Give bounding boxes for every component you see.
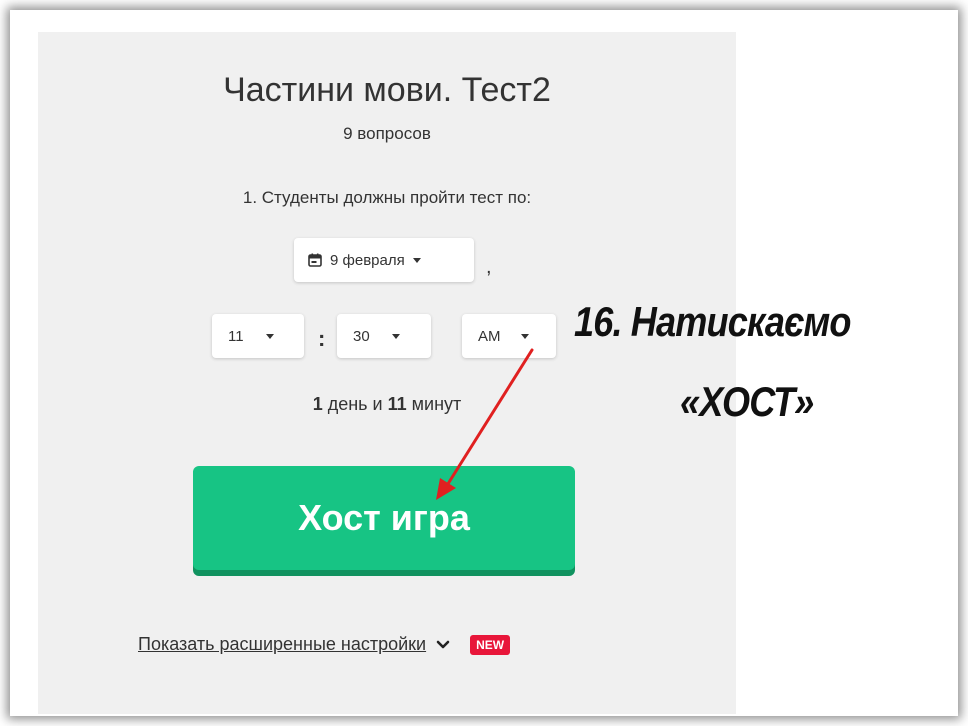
new-badge: NEW	[470, 634, 511, 655]
annotation-step-text: 16. Натискаємо	[574, 298, 851, 345]
minute-dropdown[interactable]: 30	[337, 314, 431, 358]
date-separator: ,	[486, 256, 492, 278]
date-dropdown[interactable]: 9 февраля	[294, 238, 474, 282]
calendar-icon	[308, 253, 322, 267]
hour-dropdown[interactable]: 11	[212, 314, 304, 358]
question-count: 9 вопросов	[343, 124, 431, 143]
advanced-settings-row: Показать расширенные настройки NEW	[138, 634, 511, 655]
caret-down-icon	[412, 257, 421, 263]
host-game-button[interactable]: Хост игра	[193, 466, 575, 570]
quiz-title: Частини мови. Тест2	[223, 71, 551, 109]
caret-down-icon	[520, 333, 529, 339]
caret-down-icon	[265, 333, 274, 339]
ampm-dropdown[interactable]: AM	[462, 314, 556, 358]
ampm-value: AM	[478, 327, 501, 345]
caret-down-icon	[391, 333, 400, 339]
duration-minutes-unit: минут	[411, 394, 462, 414]
duration-days: 1	[312, 394, 323, 414]
hour-value: 11	[228, 327, 244, 345]
date-value: 9 февраля	[330, 251, 405, 269]
deadline-instruction: 1. Студенты должны пройти тест по:	[242, 188, 532, 207]
time-separator: :	[318, 326, 326, 351]
chevron-down-icon[interactable]	[436, 640, 450, 650]
annotation-host-text: «ХОСТ»	[680, 378, 814, 425]
duration-days-unit: день и	[327, 394, 383, 414]
duration-text: 1 день и 11 минут	[38, 394, 736, 415]
minute-value: 30	[353, 327, 370, 345]
duration-minutes: 11	[387, 394, 407, 414]
advanced-settings-link[interactable]: Показать расширенные настройки	[138, 634, 426, 655]
